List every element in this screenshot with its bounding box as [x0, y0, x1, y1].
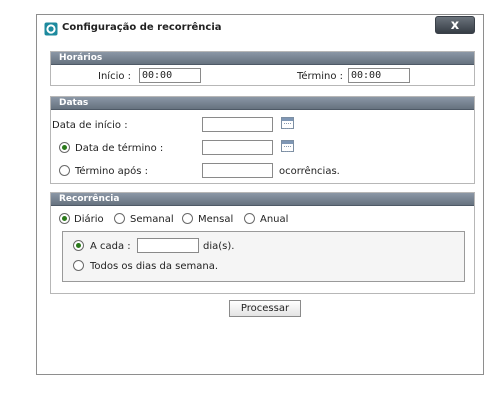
section-datas: Datas Data de início : Data de término :… [50, 96, 475, 184]
days-unit-label: dia(s). [203, 241, 235, 252]
frequency-radio-semanal[interactable] [114, 213, 125, 224]
every-n-days-label: A cada : [90, 241, 131, 252]
frequency-radio-anual[interactable] [244, 213, 255, 224]
occurrences-label: ocorrências. [279, 166, 340, 177]
end-time-input[interactable]: 00:00 [348, 68, 410, 83]
all-weekdays-label: Todos os dias da semana. [90, 261, 219, 272]
end-after-label: Término após : [75, 166, 149, 177]
start-date-input[interactable] [202, 117, 273, 132]
app-logo-icon [44, 22, 58, 36]
dialog-titlebar: Configuração de recorrência x [37, 15, 483, 39]
frequency-radio-diario[interactable] [59, 213, 70, 224]
frequency-label-diario: Diário [74, 214, 104, 225]
occurrences-input[interactable] [202, 163, 273, 178]
section-horarios: Horários Início : 00:00 Término : 00:00 [50, 51, 475, 86]
frequency-radio-mensal[interactable] [182, 213, 193, 224]
close-button[interactable]: x [435, 16, 475, 34]
dialog-title: Configuração de recorrência [62, 22, 222, 33]
end-time-label: Término : [297, 71, 344, 82]
start-time-label: Início : [98, 71, 132, 82]
calendar-icon[interactable] [281, 140, 294, 152]
recurrence-dialog: Configuração de recorrência x Horários I… [36, 14, 484, 375]
every-n-days-input[interactable] [137, 238, 199, 253]
frequency-label-mensal: Mensal [198, 214, 234, 225]
start-date-label: Data de início : [52, 120, 128, 131]
calendar-icon[interactable] [281, 117, 294, 129]
section-header-datas: Datas [51, 97, 474, 110]
start-time-input[interactable]: 00:00 [139, 68, 201, 83]
every-n-days-radio[interactable] [73, 240, 84, 251]
all-weekdays-radio[interactable] [73, 260, 84, 271]
section-recorrencia: Recorrência Diário Semanal Mensal Anual … [50, 192, 475, 294]
frequency-label-anual: Anual [260, 214, 289, 225]
process-button[interactable]: Processar [229, 300, 301, 317]
section-header-horarios: Horários [51, 52, 474, 65]
end-date-input[interactable] [202, 140, 273, 155]
end-after-radio[interactable] [59, 165, 70, 176]
section-header-recorrencia: Recorrência [51, 193, 474, 206]
end-date-radio[interactable] [59, 142, 70, 153]
daily-options-box: A cada : dia(s). Todos os dias da semana… [62, 231, 465, 282]
end-date-label: Data de término : [75, 143, 164, 154]
frequency-label-semanal: Semanal [130, 214, 174, 225]
